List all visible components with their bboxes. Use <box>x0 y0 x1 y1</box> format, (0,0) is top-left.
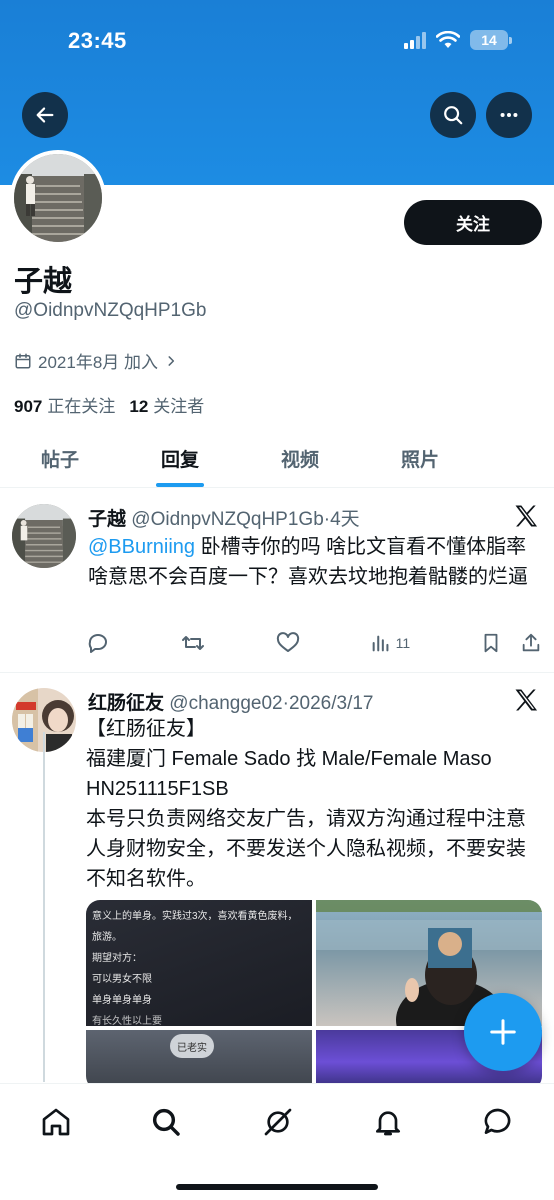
search-button[interactable] <box>430 92 476 138</box>
media-card-line: 期望对方： <box>92 953 142 964</box>
post-media-grid[interactable]: 意义上的单身。实践过3次，喜欢看黄色废料，旅游。 期望对方： 可以男女不限 单身… <box>86 900 542 1090</box>
post-author-handle[interactable]: @changge02 <box>169 693 282 714</box>
media-card-line: 单身单身单身 <box>92 995 152 1006</box>
status-time: 23:45 <box>68 28 127 53</box>
following-link[interactable]: 907 正在关注 <box>14 392 115 417</box>
nav-home[interactable] <box>34 1100 78 1144</box>
bell-icon <box>376 1111 400 1136</box>
post-line-disclaimer: 本号只负责网络交友广告，请双方沟通过程中注意人身财物安全，不要发送个人隐私视频，… <box>86 808 526 890</box>
post-extra-actions <box>480 632 542 654</box>
following-label: 正在关注 <box>47 397 116 416</box>
like-button[interactable] <box>276 631 300 655</box>
chevron-right-icon <box>168 355 175 366</box>
profile-tabs: 帖子 回复 视频 照片 <box>0 430 554 488</box>
repost-button[interactable] <box>180 631 206 655</box>
post-time: 2026/3/17 <box>288 693 374 714</box>
nav-search[interactable] <box>144 1100 188 1144</box>
post-actions: 11 <box>86 630 542 656</box>
tab-photos[interactable]: 照片 <box>360 430 480 487</box>
analytics-icon <box>372 635 389 652</box>
views-button[interactable]: 11 <box>370 632 411 654</box>
plus-icon <box>490 1019 516 1045</box>
calendar-icon <box>15 353 31 368</box>
post-header: 子越 @OidnpvNZQqHP1Gb·4天 <box>88 504 360 531</box>
media-card-line: 有长久性以上要 <box>92 1016 162 1026</box>
nav-notifications[interactable] <box>366 1100 410 1144</box>
search-icon <box>152 1108 180 1136</box>
follow-button[interactable]: 关注 <box>404 200 542 245</box>
post-header: 红肠征友 @changge02·2026/3/17 <box>88 688 373 715</box>
media-card-line: 意义上的单身。实践过3次，喜欢看黄色废料，旅游。 <box>92 911 298 943</box>
nav-grok[interactable] <box>256 1100 300 1144</box>
home-icon <box>42 1108 70 1136</box>
x-logo-icon <box>515 505 538 527</box>
arrow-left-icon <box>36 107 54 123</box>
bookmark-icon[interactable] <box>480 632 502 654</box>
post-author-handle[interactable]: @OidnpvNZQqHP1Gb <box>131 509 323 530</box>
tab-replies[interactable]: 回复 <box>120 430 240 487</box>
battery-icon: 14 <box>470 30 512 50</box>
post-author-name[interactable]: 红肠征友 <box>88 693 164 714</box>
mention-link[interactable]: @BBurniing <box>88 536 195 558</box>
post-body: 【红肠征友】 福建厦门 Female Sado 找 Male/Female Ma… <box>86 714 544 894</box>
reply-button[interactable] <box>86 631 110 655</box>
post-avatar[interactable] <box>12 504 76 568</box>
wifi-icon <box>436 31 460 48</box>
media-image-text-card[interactable]: 意义上的单身。实践过3次，喜欢看黄色废料，旅游。 期望对方： 可以男女不限 单身… <box>86 900 312 1026</box>
heart-icon <box>276 632 299 652</box>
followers-count: 12 <box>129 397 149 416</box>
media-image-sign[interactable]: 已老实 <box>86 1030 312 1090</box>
avatar-stairs-image <box>14 154 102 242</box>
back-button[interactable] <box>22 92 68 138</box>
grok-icon <box>264 1108 292 1136</box>
media-card-line: 可以男女不限 <box>92 974 152 985</box>
avatar-stairs-image <box>12 504 76 568</box>
repost-icon <box>181 636 204 650</box>
profile-handle: @OidnpvNZQqHP1Gb <box>14 300 207 321</box>
x-logo-icon <box>515 689 538 711</box>
follow-counts: 907 正在关注 12 关注者 <box>14 392 204 417</box>
followers-link[interactable]: 12 关注者 <box>129 392 204 417</box>
following-count: 907 <box>14 397 43 416</box>
joined-date[interactable]: 2021年8月 加入 <box>14 348 178 373</box>
profile-display-name: 子越 <box>14 266 73 298</box>
tab-videos[interactable]: 视频 <box>240 430 360 487</box>
media-sign-text: 已老实 <box>170 1034 214 1058</box>
reply-icon <box>88 634 107 653</box>
followers-label: 关注者 <box>153 397 205 416</box>
nav-messages[interactable] <box>476 1100 520 1144</box>
post-line-location: 福建厦门 Female Sado 找 Male/Female Maso <box>86 748 492 770</box>
home-indicator <box>176 1184 378 1190</box>
post-line-code: HN251115F1SB <box>86 778 229 800</box>
search-icon <box>444 106 463 125</box>
views-count: 11 <box>395 635 411 651</box>
post-body: @BBurniing 卧槽寺你的吗 啥比文盲看不懂体脂率啥意思不会百度一下？喜欢… <box>88 532 540 592</box>
joined-text: 2021年8月 加入 <box>38 353 158 372</box>
status-icons: 14 <box>404 30 512 50</box>
share-icon[interactable] <box>520 632 542 654</box>
battery-level: 14 <box>481 32 497 48</box>
more-button[interactable] <box>486 92 532 138</box>
thread-line <box>43 732 45 1082</box>
compose-button[interactable] <box>464 993 542 1071</box>
post-author-name[interactable]: 子越 <box>88 509 126 530</box>
profile-avatar[interactable] <box>10 150 106 246</box>
tab-posts[interactable]: 帖子 <box>0 430 120 487</box>
more-horizontal-icon <box>500 112 518 118</box>
messages-icon <box>484 1108 511 1134</box>
post-time: 4天 <box>330 509 360 530</box>
cellular-signal-icon <box>404 31 426 49</box>
bottom-nav <box>0 1083 554 1200</box>
post-line-title: 【红肠征友】 <box>86 718 206 740</box>
post-divider <box>0 672 554 673</box>
